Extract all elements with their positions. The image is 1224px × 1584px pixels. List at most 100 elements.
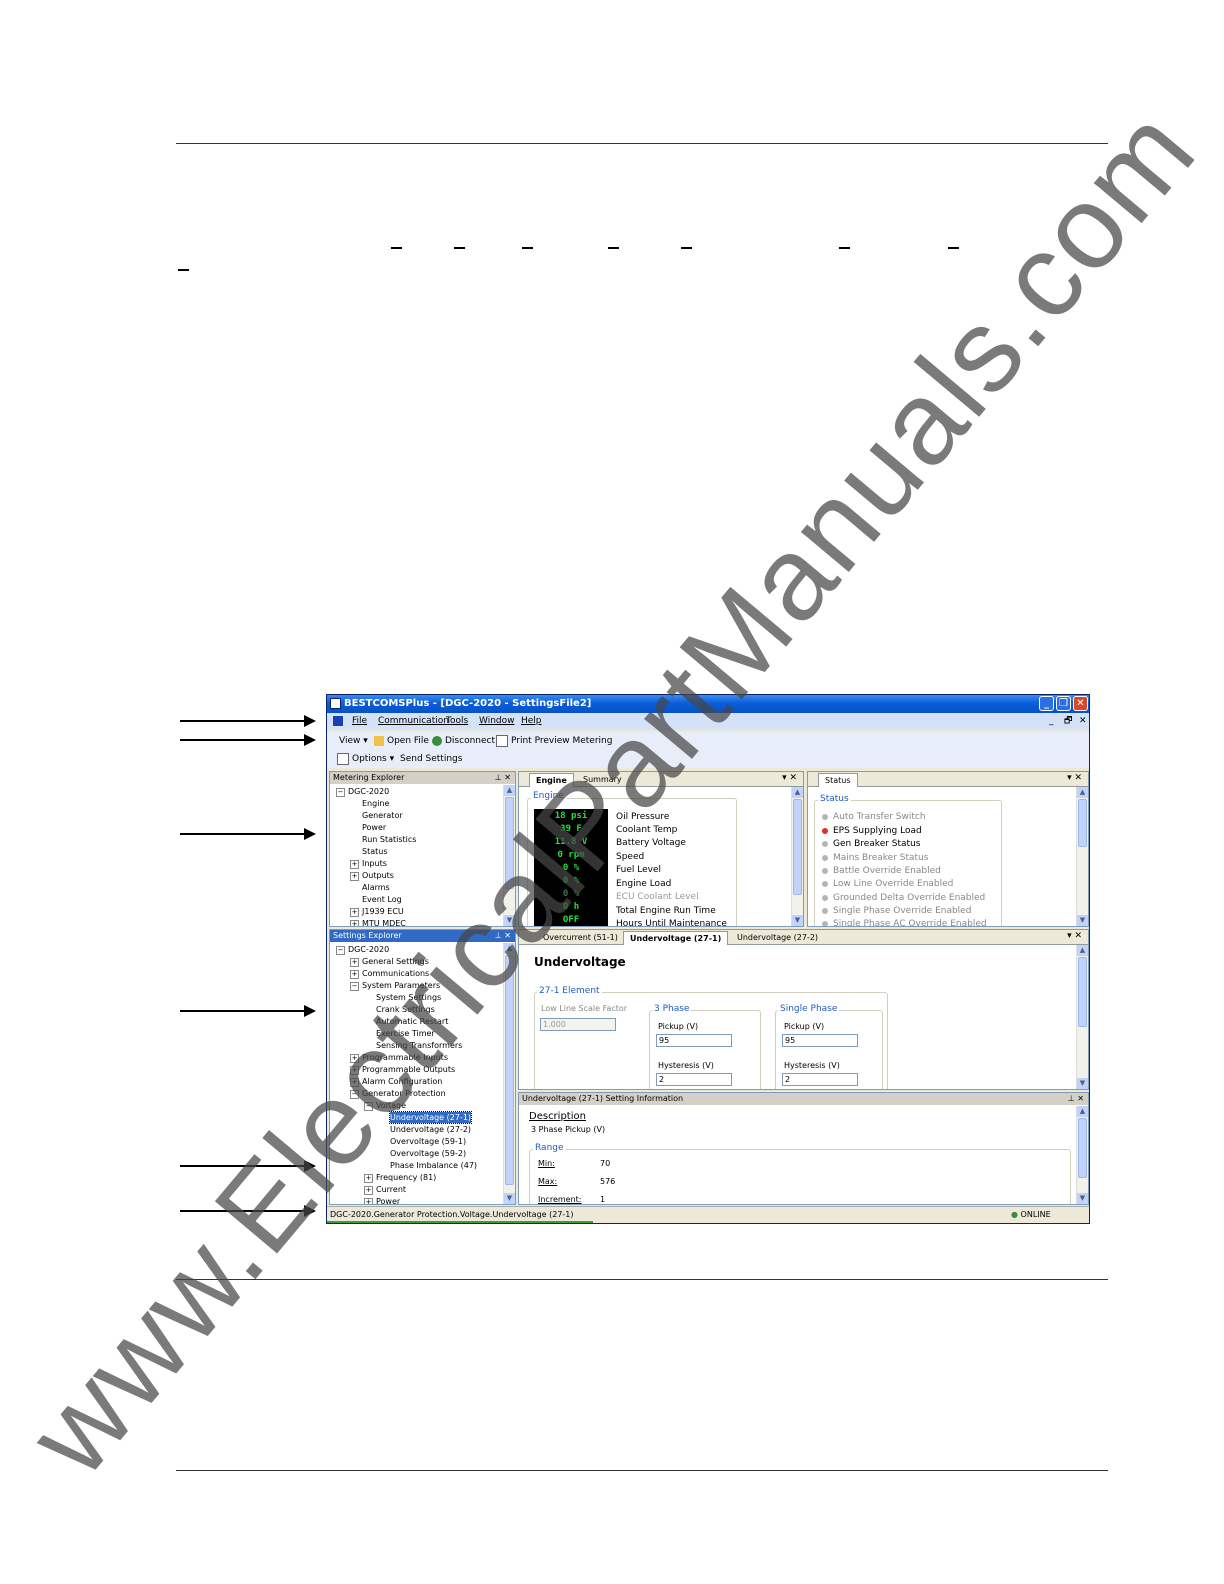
callout-arrow xyxy=(180,1160,316,1172)
menu-window[interactable]: Window xyxy=(479,713,515,730)
tree-node-crank-settings[interactable]: Crank Settings xyxy=(376,1004,435,1015)
restore-button[interactable]: ❐ xyxy=(1056,696,1071,711)
tree-node-automatic-restart[interactable]: Automatic Restart xyxy=(376,1016,448,1027)
panel-pin-close[interactable]: ⊥ ✕ xyxy=(1068,1093,1084,1105)
scroll-up-icon[interactable]: ▲ xyxy=(1077,1106,1088,1117)
three-phase-pickup-input[interactable]: 95 xyxy=(656,1034,732,1047)
tree-node-outputs[interactable]: + Outputs xyxy=(350,870,394,881)
tree-node-exercise-timer[interactable]: Exercise Timer xyxy=(376,1028,435,1039)
tree-node-engine[interactable]: Engine xyxy=(362,798,389,809)
tree-node-status[interactable]: Status xyxy=(362,846,388,857)
tree-node-power[interactable]: + Power xyxy=(364,1196,400,1204)
tree-node-alarms[interactable]: Alarms xyxy=(362,882,390,893)
print-preview-button[interactable]: Print Preview Metering xyxy=(496,732,612,750)
open-file-button[interactable]: Open File xyxy=(374,732,429,750)
tree-node-overvoltage-59-2[interactable]: Overvoltage (59-2) xyxy=(390,1148,466,1159)
settings-explorer-title: Settings Explorer xyxy=(333,931,402,940)
single-phase-hysteresis-input[interactable]: 2 xyxy=(782,1073,858,1086)
tree-node-inputs[interactable]: + Inputs xyxy=(350,858,387,869)
tab-summary[interactable]: Summary xyxy=(577,773,628,786)
tree-node-general-settings[interactable]: + General Settings xyxy=(350,956,429,967)
scroll-thumb[interactable] xyxy=(1078,957,1087,1027)
scroll-down-icon[interactable]: ▼ xyxy=(1077,915,1088,926)
scroll-down-icon[interactable]: ▼ xyxy=(504,1193,515,1204)
scroll-thumb[interactable] xyxy=(1078,799,1087,847)
engine-scrollbar[interactable]: ▲ ▼ xyxy=(791,787,803,926)
options-button[interactable]: Options ▾ xyxy=(337,750,394,768)
tree-node-event-log[interactable]: Event Log xyxy=(362,894,402,905)
panel-menu-close[interactable]: ▾ ✕ xyxy=(782,773,797,783)
menu-communication[interactable]: Communication xyxy=(378,713,449,730)
tree-node-system-settings[interactable]: System Settings xyxy=(376,992,441,1003)
tree-node-phase-imbalance-47[interactable]: Phase Imbalance (47) xyxy=(390,1160,477,1171)
tree-node-communications[interactable]: + Communications xyxy=(350,968,429,979)
tree-node-voltage[interactable]: − Voltage xyxy=(364,1100,406,1111)
tree-node-mtu-mdec[interactable]: + MTU MDEC xyxy=(350,918,406,926)
close-button[interactable]: ✕ xyxy=(1073,696,1088,711)
status-led-icon xyxy=(822,827,828,834)
expand-icon: + xyxy=(350,1066,359,1075)
scroll-up-icon[interactable]: ▲ xyxy=(792,787,803,798)
tab-engine[interactable]: Engine xyxy=(529,773,574,787)
menu-tools[interactable]: Tools xyxy=(446,713,468,730)
tree-node-programmable-outputs[interactable]: + Programmable Outputs xyxy=(350,1064,455,1075)
scroll-down-icon[interactable]: ▼ xyxy=(1077,1078,1088,1089)
tree-node-frequency-81[interactable]: + Frequency (81) xyxy=(364,1172,436,1183)
scroll-thumb[interactable] xyxy=(1078,1118,1087,1178)
tree-node-generator[interactable]: Generator xyxy=(362,810,403,821)
reading-speed: 0 rpm xyxy=(557,850,585,860)
scroll-thumb[interactable] xyxy=(793,799,802,895)
metering-scrollbar[interactable]: ▲ ▼ xyxy=(503,785,515,926)
tab-status[interactable]: Status xyxy=(818,773,858,787)
mdi-close-button[interactable]: ✕ xyxy=(1079,713,1087,730)
tree-node-sensing-transformers[interactable]: Sensing Transformers xyxy=(376,1040,462,1051)
panel-menu-close[interactable]: ▾ ✕ xyxy=(1067,773,1082,783)
tab-undervoltage-27-2[interactable]: Undervoltage (27-2) xyxy=(731,931,824,944)
label-speed: Speed xyxy=(616,852,645,862)
scroll-up-icon[interactable]: ▲ xyxy=(1077,945,1088,956)
tree-node-current[interactable]: + Current xyxy=(364,1184,406,1195)
tree-node-root[interactable]: − DGC-2020 xyxy=(336,944,389,955)
status-group-label: Status xyxy=(818,794,851,804)
tree-node-run-statistics[interactable]: Run Statistics xyxy=(362,834,416,845)
tree-node-alarm-configuration[interactable]: + Alarm Configuration xyxy=(350,1076,442,1087)
expand-icon: + xyxy=(364,1174,373,1183)
tree-node-undervoltage-27-1[interactable]: Undervoltage (27-1) xyxy=(388,1111,473,1124)
panel-pin-close[interactable]: ⊥ ✕ xyxy=(495,930,511,942)
panel-pin-close[interactable]: ⊥ ✕ xyxy=(495,772,511,784)
scroll-up-icon[interactable]: ▲ xyxy=(1077,787,1088,798)
menu-file[interactable]: File xyxy=(352,713,367,730)
tree-node-undervoltage-27-2[interactable]: Undervoltage (27-2) xyxy=(390,1124,471,1135)
tree-node-generator-protection[interactable]: − Generator Protection xyxy=(350,1088,446,1099)
single-phase-pickup-input[interactable]: 95 xyxy=(782,1034,858,1047)
settings-scrollbar[interactable]: ▲ ▼ xyxy=(503,943,515,1204)
scroll-thumb[interactable] xyxy=(505,955,514,1185)
mdi-restore-button[interactable]: 🗗 xyxy=(1064,713,1072,730)
minimize-button[interactable]: _ xyxy=(1039,696,1054,711)
scroll-down-icon[interactable]: ▼ xyxy=(504,915,515,926)
scroll-thumb[interactable] xyxy=(505,797,514,889)
mdi-minimize-button[interactable]: _ xyxy=(1049,713,1054,730)
panel-menu-close[interactable]: ▾ ✕ xyxy=(1067,931,1082,941)
tree-node-programmable-inputs[interactable]: + Programmable Inputs xyxy=(350,1052,448,1063)
tab-undervoltage-27-1[interactable]: Undervoltage (27-1) xyxy=(623,931,729,945)
tab-overcurrent-51-1[interactable]: Overcurrent (51-1) xyxy=(537,931,624,944)
status-scrollbar[interactable]: ▲ ▼ xyxy=(1076,787,1088,926)
protection-scrollbar[interactable]: ▲ ▼ xyxy=(1076,945,1088,1089)
menu-help[interactable]: Help xyxy=(521,713,542,730)
tree-node-power[interactable]: Power xyxy=(362,822,386,833)
three-phase-hysteresis-input[interactable]: 2 xyxy=(656,1073,732,1086)
disconnect-button[interactable]: Disconnect xyxy=(432,732,495,750)
scroll-down-icon[interactable]: ▼ xyxy=(792,915,803,926)
view-button[interactable]: View ▾ xyxy=(339,732,368,750)
send-settings-button[interactable]: Send Settings xyxy=(400,750,462,768)
tree-node-j1939-ecu[interactable]: + J1939 ECU xyxy=(350,906,404,917)
scroll-down-icon[interactable]: ▼ xyxy=(1077,1193,1088,1204)
tree-node-overvoltage-59-1[interactable]: Overvoltage (59-1) xyxy=(390,1136,466,1147)
tree-node-system-parameters[interactable]: − System Parameters xyxy=(350,980,440,991)
tree-node-root[interactable]: − DGC-2020 xyxy=(336,786,389,797)
toolbar-main: View ▾ Open File Disconnect Print Previe… xyxy=(327,732,1089,750)
scroll-up-icon[interactable]: ▲ xyxy=(504,943,515,954)
scroll-up-icon[interactable]: ▲ xyxy=(504,785,515,796)
info-scrollbar[interactable]: ▲ ▼ xyxy=(1076,1106,1088,1204)
